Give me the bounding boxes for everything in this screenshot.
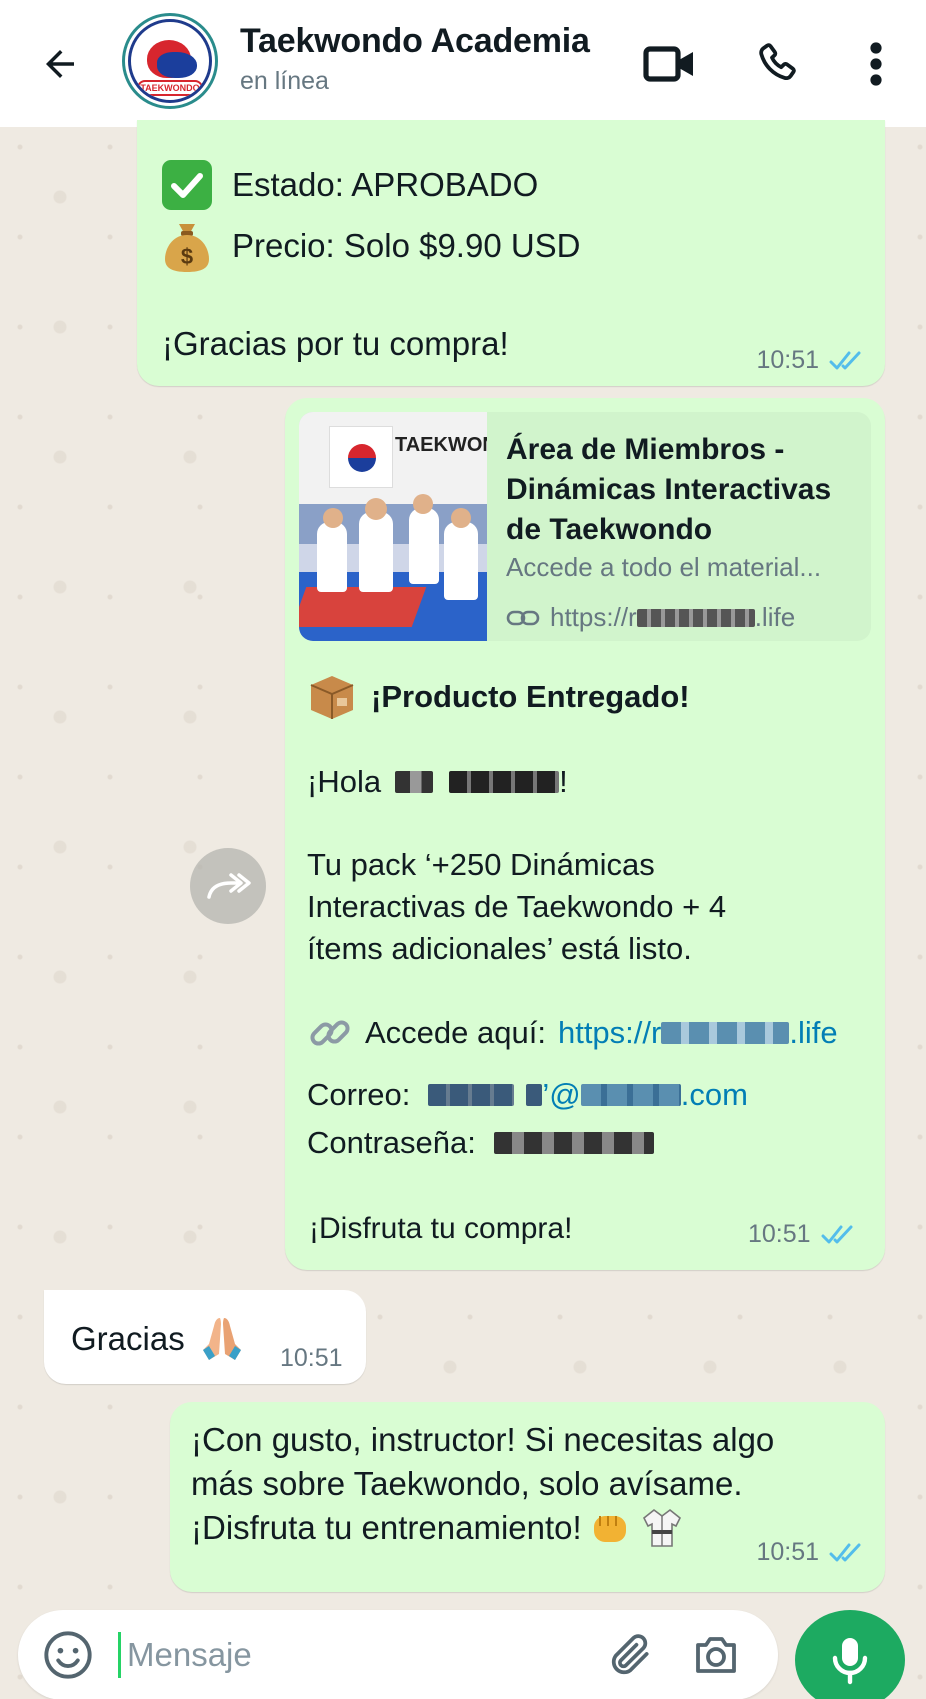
email-line: Correo: ’@ .com bbox=[307, 1074, 748, 1116]
korea-flag-icon bbox=[329, 426, 393, 488]
message-time: 10:51 bbox=[756, 346, 819, 374]
paperclip-icon bbox=[611, 1634, 649, 1675]
voice-message-button[interactable] bbox=[795, 1610, 905, 1699]
video-call-button[interactable] bbox=[640, 34, 700, 94]
contact-info[interactable]: Taekwondo Academia en línea bbox=[240, 22, 590, 96]
fist-emoji-icon bbox=[593, 1516, 626, 1542]
microphone-icon bbox=[832, 1638, 868, 1685]
access-link[interactable]: https://r .life bbox=[558, 1012, 838, 1054]
email-link[interactable]: ’@ .com bbox=[542, 1074, 748, 1116]
greeting-line: ¡Hola ! bbox=[307, 764, 568, 799]
redacted-text bbox=[493, 1132, 654, 1154]
link-preview-card[interactable]: TAEKWONDO Área de Miembros - Dinámicas I… bbox=[299, 412, 871, 641]
contact-avatar[interactable]: TAEKWONDO bbox=[122, 13, 218, 109]
message-composer bbox=[18, 1610, 778, 1699]
emoji-button[interactable] bbox=[38, 1625, 98, 1685]
check-mark-emoji-icon bbox=[162, 160, 212, 210]
message-meta: 10:51 bbox=[756, 346, 867, 375]
link-preview-thumbnail: TAEKWONDO bbox=[299, 412, 487, 641]
svg-text:$: $ bbox=[181, 244, 193, 269]
taekwondo-logo: TAEKWONDO bbox=[128, 19, 212, 103]
double-check-read-icon bbox=[829, 351, 861, 369]
link-preview-url: https://r .life bbox=[506, 602, 795, 633]
arrow-left-icon bbox=[46, 50, 74, 78]
kebab-menu-icon bbox=[870, 42, 882, 86]
redacted-text bbox=[636, 608, 755, 627]
money-bag-emoji-icon: $ bbox=[162, 218, 212, 274]
voice-call-button[interactable] bbox=[748, 34, 808, 94]
pack-body-text: Tu pack ‘+250 Dinámicas Interactivas de … bbox=[307, 847, 727, 966]
more-options-button[interactable] bbox=[846, 34, 906, 94]
redacted-text bbox=[428, 1084, 515, 1106]
contact-status: en línea bbox=[240, 67, 329, 95]
link-icon bbox=[506, 610, 540, 625]
link-preview-description: Accede a todo el material... bbox=[506, 552, 822, 582]
folded-hands-emoji-icon bbox=[202, 1318, 241, 1360]
double-check-read-icon bbox=[821, 1225, 853, 1243]
message-meta: 10:51 bbox=[280, 1344, 343, 1373]
back-button[interactable] bbox=[30, 34, 90, 94]
double-check-read-icon bbox=[829, 1543, 861, 1561]
redacted-text bbox=[395, 771, 434, 793]
video-camera-icon bbox=[643, 46, 693, 82]
delivered-heading: ¡Producto Entregado! bbox=[307, 672, 690, 722]
forward-arrow-icon bbox=[207, 873, 251, 899]
redacted-text bbox=[449, 771, 560, 793]
package-emoji-icon bbox=[310, 676, 354, 719]
password-line: Contraseña: bbox=[307, 1122, 654, 1164]
attach-button[interactable] bbox=[600, 1625, 660, 1685]
message-time: 10:51 bbox=[756, 1538, 819, 1566]
message-time: 10:51 bbox=[748, 1220, 811, 1248]
message-bubble-outgoing[interactable]: ¡Con gusto, instructor! Si necesitas alg… bbox=[170, 1402, 885, 1592]
smiley-icon bbox=[44, 1631, 92, 1679]
redacted-text bbox=[580, 1084, 681, 1106]
chat-header: TAEKWONDO Taekwondo Academia en línea bbox=[0, 0, 926, 127]
camera-button[interactable] bbox=[686, 1625, 746, 1685]
contact-name: Taekwondo Academia bbox=[240, 22, 590, 60]
camera-icon bbox=[696, 1637, 736, 1673]
thanks-reply: Gracias bbox=[71, 1314, 245, 1364]
price-line: $ Precio: Solo $9.90 USD bbox=[162, 218, 581, 274]
link-preview-title: Área de Miembros - Dinámicas Interactiva… bbox=[506, 433, 832, 546]
redacted-text bbox=[526, 1084, 543, 1106]
martial-arts-uniform-emoji-icon bbox=[642, 1508, 681, 1547]
redacted-text bbox=[661, 1022, 790, 1044]
message-meta: 10:51 bbox=[748, 1220, 859, 1249]
status-line: Estado: APROBADO bbox=[162, 160, 538, 210]
message-bubble-incoming[interactable]: Gracias 10:51 bbox=[44, 1290, 366, 1384]
message-bubble-outgoing[interactable]: Estado: APROBADO $ Precio: Solo $9.90 US… bbox=[137, 120, 885, 386]
reply-text: ¡Con gusto, instructor! Si necesitas alg… bbox=[191, 1418, 774, 1550]
chain-link-emoji-icon bbox=[310, 1020, 350, 1046]
enjoy-text: ¡Disfruta tu compra! bbox=[309, 1212, 573, 1245]
message-meta: 10:51 bbox=[756, 1538, 867, 1567]
phone-icon bbox=[759, 43, 796, 81]
access-line: Accede aquí: https://r .life bbox=[307, 1010, 838, 1056]
thanks-text: ¡Gracias por tu compra! bbox=[162, 325, 509, 362]
message-time: 10:51 bbox=[280, 1344, 343, 1372]
forward-button[interactable] bbox=[190, 848, 266, 924]
message-input[interactable] bbox=[118, 1632, 598, 1678]
thumbnail-banner-text: TAEKWONDO bbox=[395, 434, 487, 456]
